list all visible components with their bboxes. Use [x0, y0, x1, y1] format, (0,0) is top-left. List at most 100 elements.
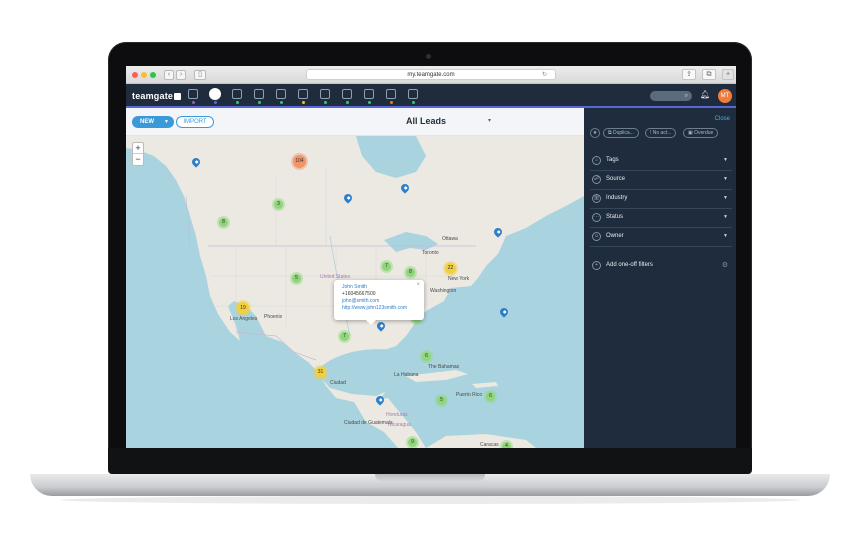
filter-label: Tags [606, 157, 619, 163]
chevron-down-icon: ▼ [164, 119, 169, 125]
minimize-window-button[interactable] [141, 72, 147, 78]
nav-status-dot [346, 101, 349, 104]
status-icon: ⋯ [592, 213, 601, 222]
add-one-off-filters-button[interactable]: + Add one-off filters ⚙ [590, 259, 732, 273]
import-button[interactable]: IMPORT [176, 116, 214, 128]
owner-icon: ☺ [592, 232, 601, 241]
popup-close-icon[interactable]: × [416, 282, 420, 288]
new-tab-button[interactable]: + [722, 69, 734, 80]
map-cluster[interactable]: 31 [315, 367, 326, 378]
map-label-washington: Washington [430, 288, 457, 294]
map-label-phoenix: Phoenix [264, 314, 283, 320]
sidebar-toggle-icon[interactable]: ▯ [194, 70, 206, 80]
map-cluster[interactable]: 5 [437, 396, 446, 405]
popup-website[interactable]: http://www.john123smith.com [342, 305, 416, 312]
user-avatar[interactable]: MT [718, 89, 732, 103]
chip-label: Duplica... [612, 130, 634, 136]
reload-icon[interactable]: ↻ [542, 70, 547, 80]
industry-icon: ▥ [592, 194, 601, 203]
map-cluster[interactable]: 4 [502, 442, 511, 448]
map-cluster[interactable]: 8 [406, 268, 415, 277]
close-window-button[interactable] [132, 72, 138, 78]
share-icon[interactable]: ⇪ [682, 69, 696, 80]
tag-icon: ⌂ [592, 156, 601, 165]
chip-label: No act... [652, 130, 672, 136]
logo-mark [174, 93, 182, 100]
filter-row-source[interactable]: ☍ Source ▼ [590, 171, 732, 190]
forward-button[interactable]: › [176, 70, 186, 80]
url-text: my.teamgate.com [407, 72, 455, 78]
zoom-control: + − [132, 142, 144, 166]
filter-row-industry[interactable]: ▥ Industry ▼ [590, 190, 732, 209]
chip-duplicates[interactable]: ⧉ Duplica... [603, 128, 639, 138]
map-label-la-habana: La Habana [394, 372, 419, 378]
tasks-icon[interactable] [320, 89, 330, 99]
map-cluster[interactable]: 104 [293, 155, 306, 168]
leads-map[interactable]: + − Ottawa Toronto New York Washington U… [126, 136, 584, 448]
companies-icon[interactable] [232, 89, 242, 99]
zoom-in-button[interactable]: + [133, 143, 143, 154]
notifications-bell-icon[interactable]: 🔔︎ [700, 90, 710, 100]
nav-status-dot [412, 101, 415, 104]
filter-row-tags[interactable]: ⌂ Tags ▼ [590, 152, 732, 171]
filter-row-owner[interactable]: ☺ Owner ▼ [590, 228, 732, 247]
logo-text: teamgate [132, 91, 174, 101]
laptop-notch [375, 474, 485, 482]
map-cluster[interactable]: 6 [422, 352, 431, 361]
map-label-caracas: Caracas [480, 442, 499, 448]
map-cluster[interactable]: 22 [445, 263, 456, 274]
gear-icon[interactable]: ⚙ [722, 261, 728, 269]
global-search-input[interactable]: ⌕ [650, 91, 692, 101]
new-button[interactable]: NEW ▼ [132, 116, 174, 128]
popup-tail [366, 320, 376, 325]
new-button-label: NEW [140, 119, 154, 125]
map-label-new-york: New York [448, 276, 470, 282]
documents-icon[interactable] [342, 89, 352, 99]
calendar-icon[interactable] [276, 89, 286, 99]
view-dropdown-chevron-icon[interactable]: ▾ [488, 117, 491, 124]
chip-no-activity[interactable]: ! No act... [645, 128, 677, 138]
tabs-icon[interactable]: ⧉ [702, 69, 716, 80]
map-cluster[interactable]: 5 [292, 274, 301, 283]
maximize-window-button[interactable] [150, 72, 156, 78]
map-cluster[interactable]: 7 [340, 332, 349, 341]
zoom-out-button[interactable]: − [133, 154, 143, 165]
nav-status-dot [214, 101, 217, 104]
map-cluster[interactable]: 9 [408, 438, 417, 447]
map-cluster[interactable]: 8 [219, 218, 228, 227]
popup-lead-name[interactable]: John Smith [342, 284, 416, 291]
map-cluster[interactable]: 3 [274, 200, 283, 209]
search-icon: ⌕ [684, 93, 688, 99]
camera [426, 54, 431, 59]
teamgate-logo[interactable]: teamgate [132, 91, 182, 101]
map-cluster[interactable]: 7 [382, 262, 391, 271]
deals-icon[interactable] [254, 89, 264, 99]
lead-popup: × John Smith +16045667500 john@smith.com… [334, 280, 424, 320]
star-icon[interactable]: ★ [590, 128, 600, 138]
nav-status-dot [302, 101, 305, 104]
plus-icon: + [592, 261, 601, 270]
dashboard-icon[interactable] [188, 89, 198, 99]
leads-toolbar: NEW ▼ IMPORT All Leads ▾ [126, 108, 584, 136]
close-filters-button[interactable]: Close [715, 116, 730, 122]
view-title[interactable]: All Leads [406, 116, 446, 126]
campaigns-icon[interactable] [298, 89, 308, 99]
filter-row-status[interactable]: ⋯ Status ▼ [590, 209, 732, 228]
chip-label: Overdue [694, 130, 714, 136]
nav-status-dot [192, 101, 195, 104]
nav-status-dot [280, 101, 283, 104]
map-cluster[interactable]: 6 [486, 392, 495, 401]
chip-overdue[interactable]: ▣ Overdue [683, 128, 719, 138]
quick-filter-chips: ★ ⧉ Duplica... ! No act... ▣ Overdue [590, 128, 730, 138]
map-label-ottawa: Ottawa [442, 236, 458, 242]
nav-status-dot [368, 101, 371, 104]
filter-label: Status [606, 214, 624, 220]
reports-icon[interactable] [364, 89, 374, 99]
popup-email[interactable]: john@smith.com [342, 298, 416, 305]
address-bar[interactable]: my.teamgate.com ↻ [306, 69, 556, 80]
files-icon[interactable] [408, 89, 418, 99]
back-button[interactable]: ‹ [164, 70, 174, 80]
map-cluster[interactable]: 19 [237, 302, 249, 314]
leads-icon[interactable] [209, 88, 221, 100]
email-icon[interactable] [386, 89, 396, 99]
